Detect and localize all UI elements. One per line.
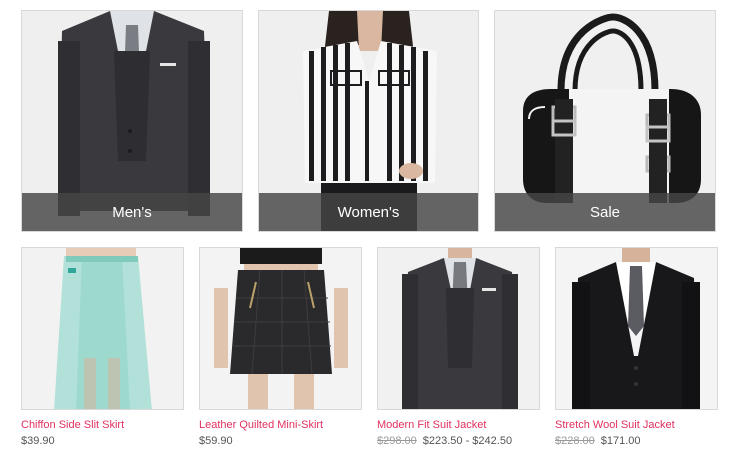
category-tile-mens[interactable]: Men's	[21, 10, 243, 232]
product-image-leather-skirt[interactable]	[199, 247, 362, 410]
current-price: $39.90	[21, 435, 55, 447]
chiffon-skirt-photo	[22, 248, 183, 409]
sale-price: $171.00	[600, 435, 641, 447]
category-tile-womens[interactable]: Women's	[258, 10, 479, 232]
category-label: Sale	[495, 193, 715, 231]
product-name-link[interactable]: Modern Fit Suit Jacket	[377, 418, 486, 432]
product-price: $228.00 $171.00	[555, 434, 641, 448]
product-name-link[interactable]: Leather Quilted Mini-Skirt	[199, 418, 323, 432]
stretch-wool-jacket-photo	[556, 248, 717, 409]
leather-skirt-photo	[200, 248, 361, 409]
product-image-modern-fit-jacket[interactable]	[377, 247, 540, 410]
original-price: $228.00	[555, 435, 595, 447]
product-name-link[interactable]: Chiffon Side Slit Skirt	[21, 418, 124, 432]
category-tile-sale[interactable]: Sale	[494, 10, 716, 232]
product-price: $59.90	[199, 434, 233, 448]
product-price: $298.00 $223.50 - $242.50	[377, 434, 512, 448]
product-image-chiffon-skirt[interactable]	[21, 247, 184, 410]
product-price: $39.90	[21, 434, 55, 448]
modern-fit-jacket-photo	[378, 248, 539, 409]
product-image-stretch-wool-jacket[interactable]	[555, 247, 718, 410]
product-name-link[interactable]: Stretch Wool Suit Jacket	[555, 418, 675, 432]
category-label: Women's	[259, 193, 478, 231]
sale-price: $223.50 - $242.50	[422, 435, 513, 447]
original-price: $298.00	[377, 435, 417, 447]
current-price: $59.90	[199, 435, 233, 447]
category-label: Men's	[22, 193, 242, 231]
